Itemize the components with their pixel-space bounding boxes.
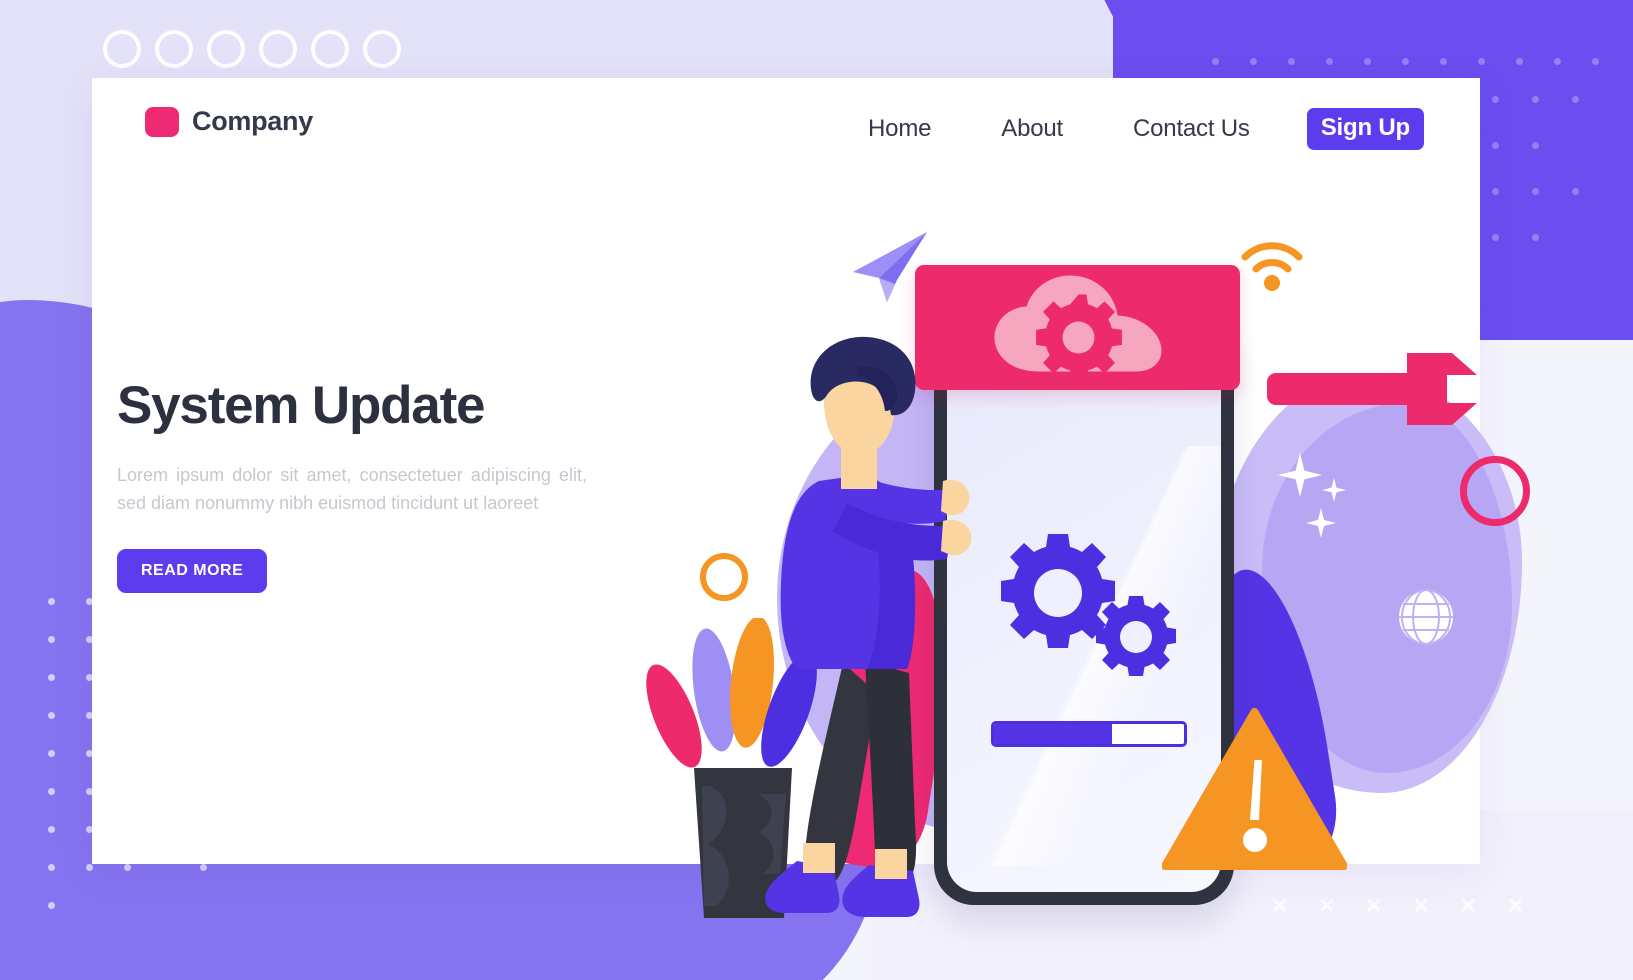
ring-orange-icon bbox=[700, 553, 748, 601]
update-progress-fill bbox=[994, 724, 1112, 744]
logo-mark-icon bbox=[145, 106, 179, 137]
circle-outline-icon bbox=[207, 30, 245, 68]
main-content-card: Company Home About Contact Us Sign Up Sy… bbox=[92, 78, 1530, 918]
brand-name: Company bbox=[192, 106, 313, 136]
decorative-ring-row bbox=[103, 30, 401, 68]
site-header: Company Home About Contact Us Sign Up bbox=[92, 78, 1480, 178]
hero-illustration bbox=[522, 168, 1530, 918]
x-mark-icon: × bbox=[1413, 890, 1429, 920]
sign-up-button[interactable]: Sign Up bbox=[1306, 108, 1424, 150]
person-illustration bbox=[757, 333, 987, 923]
circle-outline-icon bbox=[103, 30, 141, 68]
warning-triangle-icon bbox=[1161, 708, 1348, 875]
wrench-icon bbox=[1267, 353, 1477, 430]
x-mark-row: × × × × × × bbox=[1272, 892, 1523, 918]
nav-item-home[interactable]: Home bbox=[833, 115, 966, 143]
circle-outline-icon bbox=[155, 30, 193, 68]
x-mark-icon: × bbox=[1271, 890, 1288, 920]
dot-grid-right-column bbox=[1492, 96, 1632, 336]
nav-item-about[interactable]: About bbox=[966, 115, 1098, 143]
circle-outline-icon bbox=[311, 30, 349, 68]
cloud-gear-icon bbox=[990, 275, 1165, 380]
gear-small-icon bbox=[1095, 596, 1177, 683]
main-navigation: Home About Contact Us Sign Up bbox=[833, 108, 1424, 150]
ring-pink-icon bbox=[1460, 456, 1530, 526]
update-progress-bar bbox=[991, 721, 1187, 747]
x-mark-icon: × bbox=[1507, 890, 1523, 920]
brand-logo[interactable]: Company bbox=[145, 106, 313, 137]
x-mark-icon: × bbox=[1366, 890, 1382, 920]
page-root: × × × × × × Company Home About Contact U… bbox=[0, 0, 1633, 980]
nav-item-contact-us[interactable]: Contact Us bbox=[1098, 115, 1285, 143]
x-mark-icon: × bbox=[1460, 890, 1476, 920]
wifi-icon bbox=[1239, 233, 1305, 298]
globe-icon bbox=[1397, 588, 1455, 651]
read-more-button[interactable]: READ MORE bbox=[117, 549, 268, 594]
circle-outline-icon bbox=[363, 30, 401, 68]
x-mark-icon: × bbox=[1319, 890, 1335, 920]
hero-paragraph: Lorem ipsum dolor sit amet, consectetuer… bbox=[117, 464, 587, 513]
circle-outline-icon bbox=[259, 30, 297, 68]
